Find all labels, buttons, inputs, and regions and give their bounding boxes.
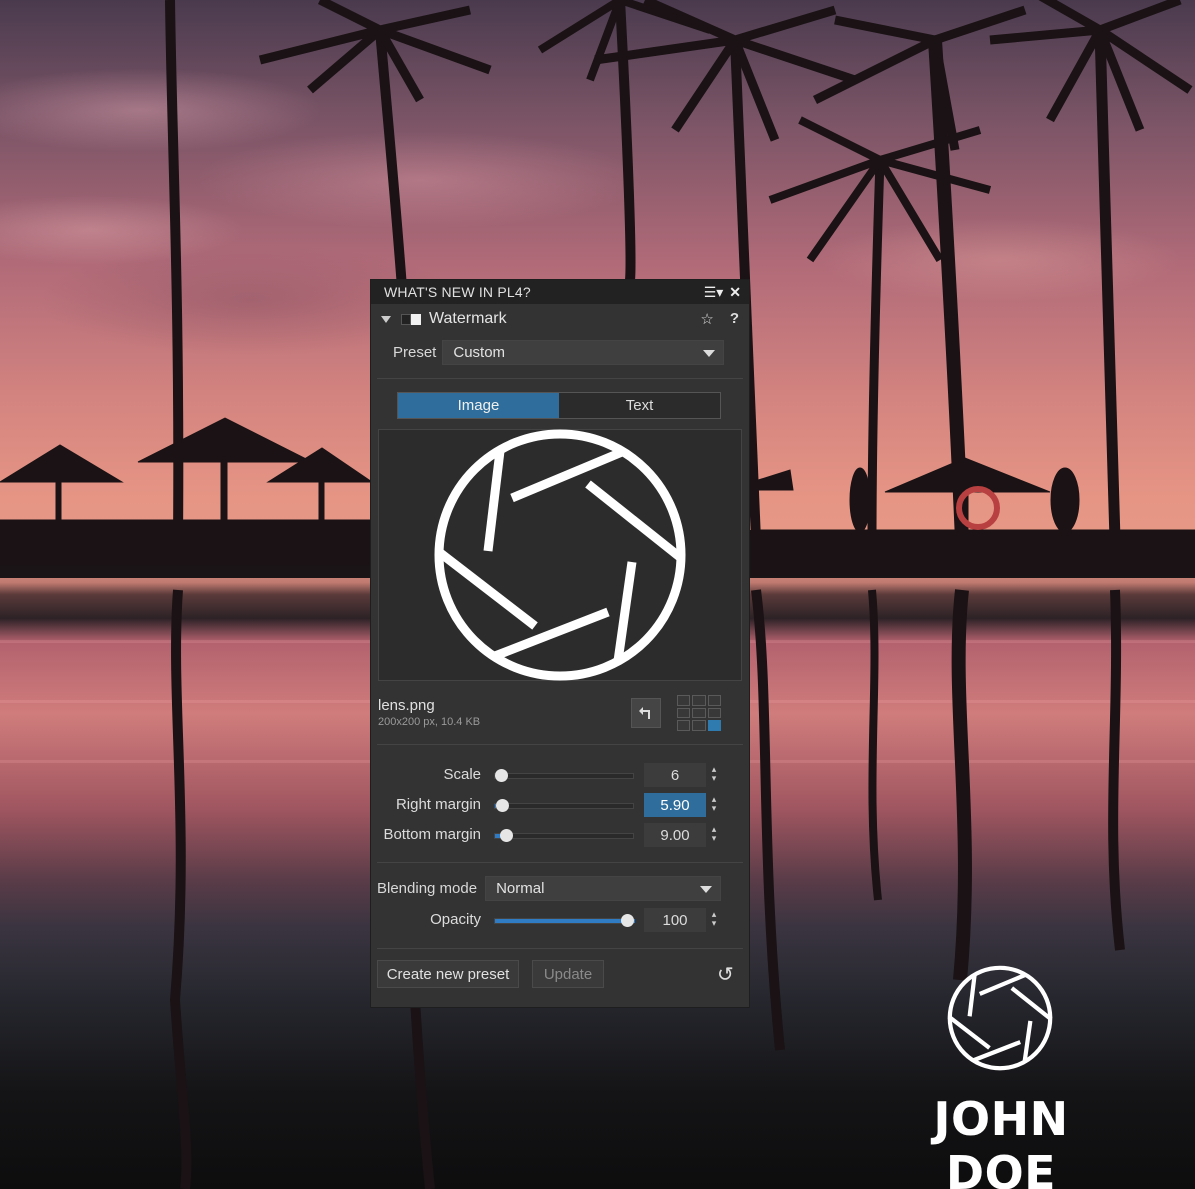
slider-label: Bottom margin bbox=[383, 826, 481, 843]
opacity-slider[interactable] bbox=[494, 918, 635, 924]
spinner-icon[interactable]: ▴ ▾ bbox=[709, 910, 719, 930]
divider bbox=[377, 378, 743, 379]
slider-row: Right margin 5.90 ▴ ▾ bbox=[371, 792, 751, 818]
watermark-panel: WHAT'S NEW IN PL4? ☰▾ ✕ Watermark ☆ ? Pr… bbox=[370, 279, 750, 1008]
slider-label: Right margin bbox=[395, 796, 481, 813]
undo-icon bbox=[639, 707, 650, 719]
slider-track[interactable] bbox=[494, 773, 634, 779]
star-icon[interactable]: ☆ bbox=[700, 310, 713, 328]
collapse-triangle-icon[interactable] bbox=[381, 315, 391, 323]
file-meta: 200x200 px, 10.4 KB bbox=[378, 716, 481, 728]
slider-value-input[interactable]: 6 bbox=[644, 763, 706, 787]
opacity-input[interactable]: 100 bbox=[644, 908, 706, 932]
blending-value: Normal bbox=[496, 880, 545, 897]
position-bottom-right[interactable] bbox=[707, 720, 721, 731]
preset-row: Preset Custom bbox=[393, 340, 725, 365]
spinner-icon[interactable]: ▴ ▾ bbox=[709, 765, 719, 785]
lens-aperture-icon bbox=[434, 429, 686, 681]
slider-thumb[interactable] bbox=[496, 799, 510, 812]
slider-thumb[interactable] bbox=[495, 769, 508, 782]
brand-name: JOHN DOE bbox=[933, 1092, 1069, 1189]
blending-label: Blending mode bbox=[377, 880, 478, 897]
file-info: lens.png 200x200 px, 10.4 KB bbox=[378, 697, 480, 728]
slider-thumb[interactable] bbox=[500, 829, 514, 842]
reset-icon[interactable]: ↺ bbox=[717, 962, 734, 987]
panel-menu-icon[interactable]: ☰▾ bbox=[704, 284, 724, 301]
divider bbox=[377, 744, 743, 745]
titlebar-controls: ☰▾ ✕ bbox=[704, 284, 741, 301]
spinner-icon[interactable]: ▴ ▾ bbox=[709, 825, 719, 845]
slider-track[interactable] bbox=[494, 803, 634, 809]
chevron-down-icon bbox=[703, 350, 716, 357]
panel-titlebar: WHAT'S NEW IN PL4? ☰▾ ✕ bbox=[371, 280, 749, 304]
slider-row: Scale 6 ▴ ▾ bbox=[371, 762, 751, 788]
blending-row: Blending mode Normal bbox=[377, 876, 722, 901]
enable-toggle[interactable] bbox=[401, 313, 421, 325]
opacity-slider-thumb[interactable] bbox=[621, 914, 634, 927]
divider bbox=[377, 948, 743, 949]
slider-value-input[interactable]: 9.00 bbox=[644, 823, 706, 847]
update-button[interactable]: Update bbox=[532, 960, 604, 988]
watermark-type-tabs: Image Text bbox=[397, 392, 721, 419]
replace-image-button[interactable] bbox=[631, 698, 661, 728]
close-icon[interactable]: ✕ bbox=[729, 284, 741, 301]
preset-value: Custom bbox=[453, 344, 506, 361]
preset-label: Preset bbox=[393, 344, 437, 361]
blending-dropdown[interactable]: Normal bbox=[485, 876, 722, 901]
tab-image[interactable]: Image bbox=[398, 393, 559, 418]
opacity-row: Opacity 100 ▴ ▾ bbox=[371, 907, 751, 933]
create-preset-button[interactable]: Create new preset bbox=[377, 960, 519, 988]
tab-text[interactable]: Text bbox=[559, 393, 720, 418]
opacity-label: Opacity bbox=[430, 911, 481, 928]
lens-aperture-logo-icon bbox=[947, 965, 1053, 1071]
help-icon[interactable]: ? bbox=[730, 310, 739, 328]
slider-row: Bottom margin 9.00 ▴ ▾ bbox=[371, 822, 751, 848]
section-title: Watermark bbox=[429, 310, 507, 327]
slider-value-input[interactable]: 5.90 bbox=[644, 793, 706, 817]
position-grid[interactable] bbox=[677, 695, 721, 731]
preset-dropdown[interactable]: Custom bbox=[442, 340, 725, 365]
spinner-icon[interactable]: ▴ ▾ bbox=[709, 795, 719, 815]
brand-watermark: JOHN DOE bbox=[878, 962, 1124, 1189]
watermark-section-header[interactable]: Watermark ☆ ? bbox=[371, 304, 749, 334]
watermark-image-preview[interactable] bbox=[378, 429, 742, 681]
slider-label: Scale bbox=[443, 766, 481, 783]
chevron-down-icon bbox=[700, 886, 713, 893]
file-name: lens.png bbox=[378, 697, 435, 714]
panel-title: WHAT'S NEW IN PL4? bbox=[384, 284, 531, 300]
divider bbox=[377, 862, 743, 863]
slider-track[interactable] bbox=[494, 833, 634, 839]
